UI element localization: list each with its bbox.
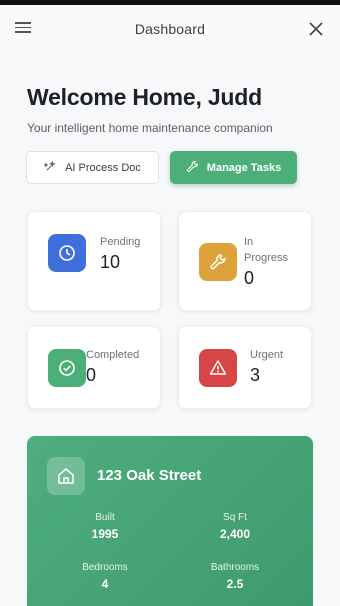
bathrooms-label: Bathrooms	[210, 562, 260, 573]
manage-tasks-label: Manage Tasks	[206, 161, 282, 174]
urgent-label: Urgent	[250, 349, 284, 361]
sparkle-icon	[43, 160, 57, 176]
completed-value: 0	[86, 365, 97, 385]
completed-stat-card[interactable]: Completed 0	[27, 326, 161, 409]
property-card[interactable]: 123 Oak Street Built 1995 Sq Ft 2,400 Be…	[27, 436, 313, 606]
check-circle-icon	[48, 349, 86, 387]
app-bar: Dashboard	[0, 5, 340, 53]
wrench-icon	[186, 160, 199, 176]
property-bedrooms: Bedrooms 4	[50, 562, 160, 591]
close-icon[interactable]	[306, 19, 326, 39]
home-icon	[47, 457, 85, 495]
in-progress-label-line1: In	[244, 236, 254, 248]
sqft-label: Sq Ft	[223, 512, 247, 523]
sqft-value: 2,400	[219, 527, 251, 541]
urgent-value: 3	[250, 365, 261, 385]
property-sqft: Sq Ft 2,400	[180, 512, 290, 541]
bedrooms-label: Bedrooms	[82, 562, 128, 573]
built-label: Built	[95, 512, 115, 523]
urgent-stat-card[interactable]: Urgent 3	[178, 326, 312, 409]
completed-label: Completed	[86, 349, 140, 361]
bathrooms-value: 2.5	[226, 577, 244, 591]
property-address: 123 Oak Street	[97, 467, 202, 484]
pending-value: 10	[100, 252, 121, 272]
pending-label: Pending	[100, 236, 141, 248]
wrench-icon	[199, 243, 237, 281]
warning-icon	[199, 349, 237, 387]
property-bathrooms: Bathrooms 2.5	[180, 562, 290, 591]
ai-process-doc-button[interactable]: AI Process Doc	[26, 151, 159, 184]
property-built: Built 1995	[50, 512, 160, 541]
built-value: 1995	[91, 527, 119, 541]
manage-tasks-button[interactable]: Manage Tasks	[170, 151, 297, 184]
pending-stat-card[interactable]: Pending 10	[27, 211, 161, 311]
menu-icon[interactable]	[13, 19, 33, 39]
bedrooms-value: 4	[101, 577, 109, 591]
welcome-subtitle: Your intelligent home maintenance compan…	[27, 121, 273, 135]
in-progress-label-line2: Progress	[244, 252, 289, 264]
in-progress-value: 0	[244, 268, 255, 288]
welcome-heading: Welcome Home, Judd	[27, 84, 262, 110]
in-progress-stat-card[interactable]: In Progress 0	[178, 211, 312, 311]
clock-icon	[48, 234, 86, 272]
ai-process-doc-label: AI Process Doc	[65, 161, 141, 174]
page-title: Dashboard	[134, 21, 206, 37]
in-progress-label: In Progress	[244, 234, 288, 266]
